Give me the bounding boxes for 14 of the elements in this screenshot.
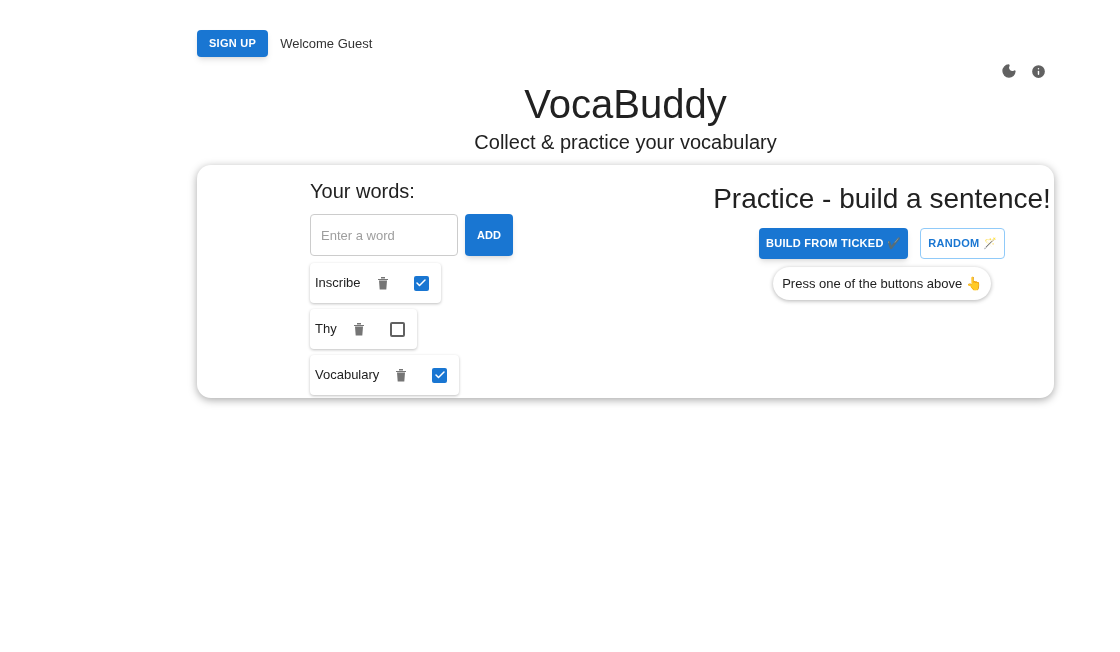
word-text: Vocabulary [315, 366, 380, 385]
app-subtitle: Collect & practice your vocabulary [474, 130, 777, 155]
random-button[interactable]: RANDOM 🪄 [920, 228, 1006, 259]
hint-bubble: Press one of the buttons above 👆 [773, 267, 991, 300]
app-title: VocaBuddy [523, 82, 728, 126]
welcome-text: Welcome Guest [280, 34, 373, 53]
words-heading: Your words: [310, 179, 415, 204]
word-text: Inscribe [315, 274, 361, 293]
build-button[interactable]: BUILD FROM TICKED ✔ [758, 228, 909, 259]
practice-heading: Practice - build a sentence! [713, 182, 1051, 216]
add-button[interactable]: ADD [465, 214, 513, 256]
word-text: Thy [315, 320, 337, 339]
word-input-field[interactable]: Enter a word [310, 214, 458, 256]
sign-up-button[interactable]: SIGN UP [197, 30, 269, 57]
